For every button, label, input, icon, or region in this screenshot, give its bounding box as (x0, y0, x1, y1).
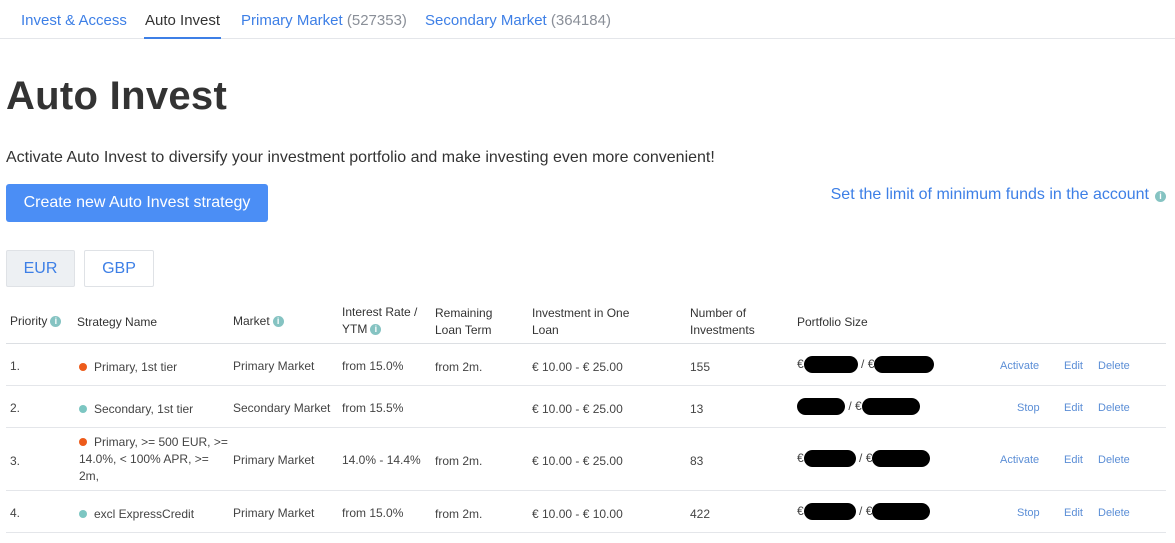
edit-button[interactable]: Edit (1064, 454, 1083, 466)
row-investment: € 10.00 - € 25.00 (532, 454, 623, 468)
page-subtitle: Activate Auto Invest to diversify your i… (6, 149, 715, 166)
edit-button[interactable]: Edit (1064, 507, 1083, 519)
create-strategy-button[interactable]: Create new Auto Invest strategy (6, 184, 268, 222)
delete-button[interactable]: Delete (1098, 507, 1130, 519)
header-investment-one-loan: Investment in One Loan (532, 306, 630, 337)
tab-invest-access[interactable]: Invest & Access (21, 12, 127, 29)
row-priority: 1. (10, 359, 21, 373)
row-investment: € 10.00 - € 25.00 (532, 402, 623, 416)
row-market: Primary Market (233, 359, 315, 373)
strategies-table: Priority i Strategy Name Market i Interest… (6, 300, 1166, 533)
row-interest: 14.0% - 14.4% (342, 453, 421, 467)
header-interest-rate: Interest Rate / YTM i (342, 305, 418, 336)
row-strategy-name[interactable]: excl ExpressCredit (79, 506, 194, 523)
row-count: 83 (690, 454, 704, 468)
tab-secondary-market[interactable]: Secondary Market (364184) (425, 12, 611, 29)
status-dot-icon (79, 405, 87, 413)
status-dot-icon (79, 510, 87, 518)
edit-button[interactable]: Edit (1064, 402, 1083, 414)
redacted-value (872, 503, 931, 521)
row-priority: 3. (10, 454, 21, 468)
redacted-value (874, 356, 935, 374)
row-count: 13 (690, 402, 704, 416)
status-dot-icon (79, 438, 87, 446)
table-row: 2. Secondary, 1st tier Secondary Market … (6, 386, 1166, 428)
redacted-value (861, 398, 920, 416)
delete-button[interactable]: Delete (1098, 454, 1130, 466)
row-investment: € 10.00 - € 10.00 (532, 507, 623, 521)
row-priority: 2. (10, 401, 21, 415)
info-icon[interactable]: i (272, 316, 284, 328)
row-strategy-name[interactable]: Primary, >= 500 EUR, >= 14.0%, < 100% AP… (79, 434, 229, 485)
row-strategy-name[interactable]: Primary, 1st tier (79, 359, 177, 376)
row-term: from 2m. (435, 360, 483, 374)
redacted-value (803, 450, 856, 468)
header-strategy-name: Strategy Name (77, 315, 158, 329)
set-min-funds-link[interactable]: Set the limit of minimum funds in the ac… (831, 186, 1149, 204)
row-priority: 4. (10, 506, 21, 520)
table-row: 3. Primary, >= 500 EUR, >= 14.0%, < 100%… (6, 428, 1166, 491)
page-title: Auto Invest (6, 74, 228, 118)
row-portfolio-size: € / € (797, 503, 931, 521)
row-term: from 2m. (435, 454, 483, 468)
table-row: 4. excl ExpressCredit Primary Market fro… (6, 491, 1166, 533)
header-priority: Priority i (10, 313, 62, 330)
row-interest: from 15.0% (342, 506, 404, 520)
row-interest: from 15.0% (342, 359, 404, 373)
redacted-value (797, 398, 845, 416)
row-strategy-name[interactable]: Secondary, 1st tier (79, 401, 193, 418)
header-number-of-investments: Number of Investments (690, 306, 755, 337)
activate-button[interactable]: Activate (1000, 454, 1039, 466)
tab-primary-market[interactable]: Primary Market (527353) (241, 12, 407, 29)
redacted-value (872, 450, 931, 468)
top-tab-bar: Invest & Access Auto Invest Primary Mark… (0, 0, 1175, 39)
table-row: 1. Primary, 1st tier Primary Market from… (6, 344, 1166, 386)
row-interest: from 15.5% (342, 401, 404, 415)
row-count: 422 (690, 507, 711, 521)
info-icon[interactable]: i (50, 316, 62, 328)
currency-eur-button[interactable]: EUR (6, 250, 75, 287)
delete-button[interactable]: Delete (1098, 360, 1130, 372)
row-market: Secondary Market (233, 401, 331, 415)
active-tab-underline (144, 37, 221, 39)
row-market: Primary Market (233, 506, 315, 520)
info-icon[interactable]: i (1155, 191, 1166, 202)
row-investment: € 10.00 - € 25.00 (532, 360, 623, 374)
status-dot-icon (79, 363, 87, 371)
redacted-value (803, 356, 858, 374)
row-portfolio-size: € / € (797, 356, 935, 374)
tab-auto-invest[interactable]: Auto Invest (145, 12, 220, 29)
header-market: Market i (233, 313, 284, 330)
row-count: 155 (690, 360, 711, 374)
edit-button[interactable]: Edit (1064, 360, 1083, 372)
redacted-value (803, 503, 856, 521)
table-header: Priority i Strategy Name Market i Interest… (6, 300, 1166, 344)
stop-button[interactable]: Stop (1017, 507, 1040, 519)
stop-button[interactable]: Stop (1017, 402, 1040, 414)
delete-button[interactable]: Delete (1098, 402, 1130, 414)
row-term: from 2m. (435, 507, 483, 521)
row-market: Primary Market (233, 453, 315, 467)
header-portfolio-size: Portfolio Size (797, 315, 868, 329)
header-remaining-loan-term: Remaining Loan Term (435, 306, 493, 337)
activate-button[interactable]: Activate (1000, 360, 1039, 372)
row-portfolio-size: / € (797, 398, 920, 416)
currency-gbp-button[interactable]: GBP (84, 250, 154, 287)
row-portfolio-size: € / € (797, 450, 931, 468)
info-icon[interactable]: i (370, 324, 382, 336)
